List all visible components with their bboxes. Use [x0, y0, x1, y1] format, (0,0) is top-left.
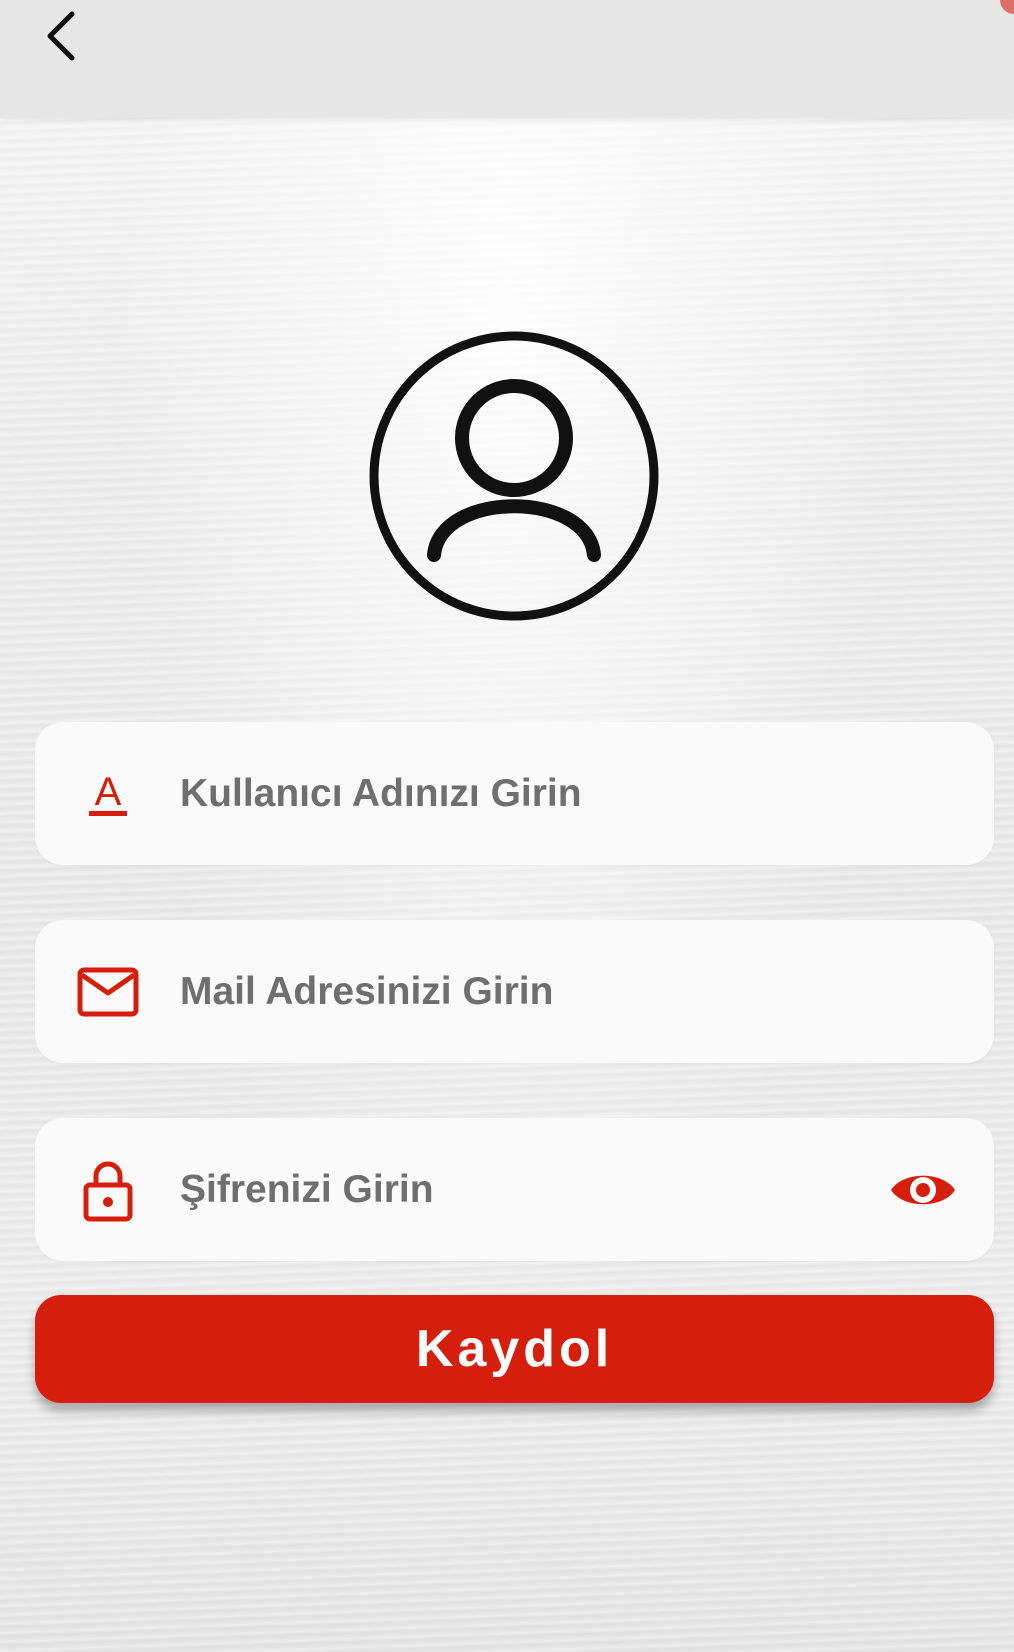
username-field[interactable]: A Kullanıcı Adınızı Girin — [35, 722, 994, 865]
user-circle-icon — [369, 331, 659, 621]
app-bar — [0, 0, 1014, 118]
corner-accent — [1000, 0, 1014, 14]
email-field[interactable]: Mail Adresinizi Girin — [35, 920, 994, 1063]
eye-icon[interactable] — [888, 1165, 958, 1215]
chevron-left-icon — [47, 11, 75, 61]
password-field[interactable]: Şifrenizi Girin — [35, 1118, 994, 1261]
register-button-label: Kaydol — [415, 1320, 614, 1378]
mail-icon — [75, 959, 141, 1025]
letter-a-icon-glyph: A — [95, 770, 122, 814]
avatar — [368, 330, 660, 622]
register-button[interactable]: Kaydol — [35, 1295, 994, 1403]
password-placeholder: Şifrenizi Girin — [180, 1167, 434, 1211]
back-button[interactable] — [30, 0, 94, 72]
letter-a-icon: A — [75, 761, 141, 827]
username-placeholder: Kullanıcı Adınızı Girin — [180, 771, 582, 815]
lock-icon — [75, 1157, 141, 1223]
email-placeholder: Mail Adresinizi Girin — [180, 969, 554, 1013]
